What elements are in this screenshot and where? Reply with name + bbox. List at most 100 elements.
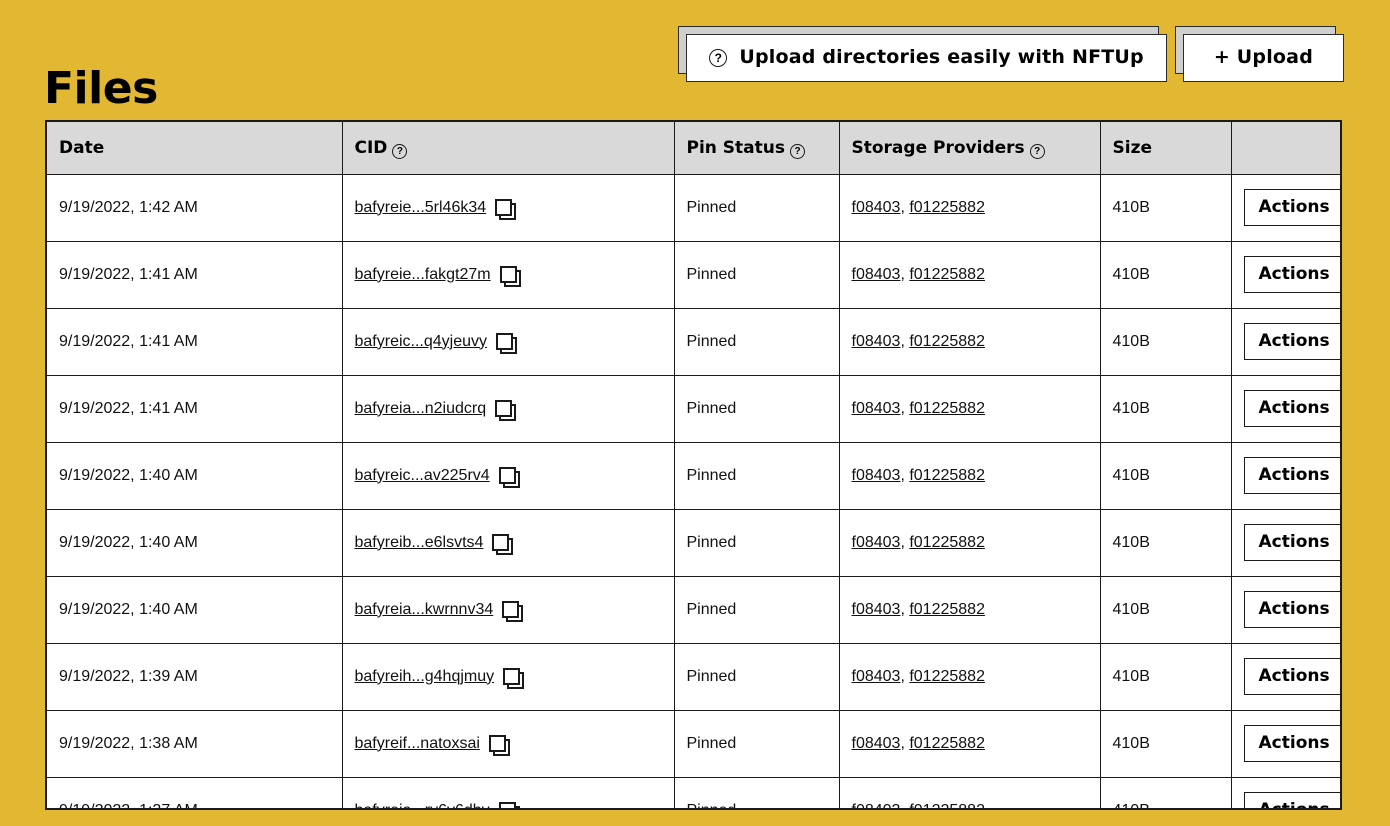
copy-icon[interactable] xyxy=(502,601,524,622)
table-row: 9/19/2022, 1:39 AM bafyreih...g4hqjmuy Pin… xyxy=(47,643,1340,711)
cid-cell-content: bafyreia...ry6y6dby xyxy=(355,802,662,809)
cid-link[interactable]: bafyreie...fakgt27m xyxy=(355,266,491,284)
cell-date: 9/19/2022, 1:41 AM xyxy=(47,241,343,309)
upload-button[interactable]: + Upload xyxy=(1174,26,1344,82)
help-circle-icon[interactable]: ? xyxy=(790,144,805,159)
storage-provider-link[interactable]: f08403 xyxy=(852,802,901,809)
copy-icon[interactable] xyxy=(503,668,525,689)
storage-provider-link[interactable]: f01225882 xyxy=(909,601,985,618)
column-header-cid-label: CID xyxy=(354,137,388,158)
upload-button-face[interactable]: + Upload xyxy=(1182,34,1344,82)
storage-provider-link[interactable]: f08403 xyxy=(852,266,901,283)
storage-provider-link[interactable]: f08403 xyxy=(852,400,901,417)
cell-size: 410B xyxy=(1100,241,1232,309)
column-header-size[interactable]: Size xyxy=(1100,122,1232,175)
cell-date: 9/19/2022, 1:40 AM xyxy=(47,576,343,644)
table-row: 9/19/2022, 1:40 AM bafyreic...av225rv4 Pin… xyxy=(47,442,1340,510)
column-header-storage-providers-label: Storage Providers xyxy=(851,137,1025,158)
page-title: Files xyxy=(44,63,158,115)
storage-provider-link[interactable]: f08403 xyxy=(852,199,901,216)
copy-icon[interactable] xyxy=(498,802,520,808)
column-header-size-label: Size xyxy=(1112,137,1153,158)
cell-pin-status: Pinned xyxy=(674,174,840,242)
storage-provider-link[interactable]: f01225882 xyxy=(909,802,985,809)
table-row: 9/19/2022, 1:41 AM bafyreie...fakgt27m Pin… xyxy=(47,241,1340,309)
copy-icon[interactable] xyxy=(492,534,514,555)
cell-date: 9/19/2022, 1:38 AM xyxy=(47,710,343,778)
copy-icon[interactable] xyxy=(498,467,520,488)
cid-link[interactable]: bafyreic...q4yjeuvy xyxy=(355,333,488,351)
storage-provider-link[interactable]: f08403 xyxy=(852,467,901,484)
copy-icon[interactable] xyxy=(496,333,518,354)
copy-icon[interactable] xyxy=(495,400,517,421)
actions-button[interactable]: Actions xyxy=(1243,725,1340,762)
cid-link[interactable]: bafyreia...n2iudcrq xyxy=(355,400,487,418)
cid-cell-content: bafyreie...5rl46k34 xyxy=(355,199,662,220)
column-header-pin-status[interactable]: Pin Status? xyxy=(674,122,840,175)
files-table-header: Date CID? Pin Status? Storage Providers?… xyxy=(47,122,1340,175)
actions-button[interactable]: Actions xyxy=(1243,658,1340,695)
actions-button[interactable]: Actions xyxy=(1243,524,1340,561)
cid-link[interactable]: bafyreia...ry6y6dby xyxy=(355,802,490,809)
actions-button[interactable]: Actions xyxy=(1243,457,1340,494)
actions-button[interactable]: Actions xyxy=(1243,792,1340,808)
header-actions: ? Upload directories easily with NFTUp +… xyxy=(678,26,1344,82)
storage-provider-link[interactable]: f01225882 xyxy=(909,266,985,283)
storage-provider-link[interactable]: f01225882 xyxy=(909,400,985,417)
column-header-cid[interactable]: CID? xyxy=(342,122,675,175)
column-header-storage-providers[interactable]: Storage Providers? xyxy=(839,122,1101,175)
copy-icon[interactable] xyxy=(495,199,517,220)
cell-actions: Actions xyxy=(1231,710,1340,778)
storage-provider-link[interactable]: f01225882 xyxy=(909,467,985,484)
cid-link[interactable]: bafyreih...g4hqjmuy xyxy=(355,668,495,686)
storage-provider-link[interactable]: f08403 xyxy=(852,601,901,618)
help-circle-icon[interactable]: ? xyxy=(392,144,408,159)
storage-provider-link[interactable]: f01225882 xyxy=(909,668,985,685)
cell-storage-providers: f08403, f01225882 xyxy=(839,375,1101,443)
storage-provider-link[interactable]: f01225882 xyxy=(909,333,985,350)
cell-size: 410B xyxy=(1100,375,1232,443)
nftup-promo-button[interactable]: ? Upload directories easily with NFTUp xyxy=(678,26,1167,82)
cell-date: 9/19/2022, 1:39 AM xyxy=(47,643,343,711)
cell-storage-providers: f08403, f01225882 xyxy=(839,576,1101,644)
storage-provider-link[interactable]: f01225882 xyxy=(909,735,985,752)
actions-button[interactable]: Actions xyxy=(1243,323,1340,360)
copy-icon[interactable] xyxy=(488,735,510,756)
table-row: 9/19/2022, 1:37 AM bafyreia...ry6y6dby Pin… xyxy=(47,777,1340,809)
cid-link[interactable]: bafyreie...5rl46k34 xyxy=(355,199,487,217)
actions-button[interactable]: Actions xyxy=(1243,189,1340,226)
column-header-date[interactable]: Date xyxy=(47,122,343,175)
cell-date: 9/19/2022, 1:41 AM xyxy=(47,375,343,443)
cell-size: 410B xyxy=(1100,576,1232,644)
cell-actions: Actions xyxy=(1231,308,1340,376)
actions-button[interactable]: Actions xyxy=(1243,591,1340,628)
files-table-container: Date CID? Pin Status? Storage Providers?… xyxy=(45,120,1342,810)
cell-date: 9/19/2022, 1:41 AM xyxy=(47,308,343,376)
cell-size: 410B xyxy=(1100,643,1232,711)
cid-link[interactable]: bafyreif...natoxsai xyxy=(355,735,480,753)
nftup-promo-button-label: Upload directories easily with NFTUp xyxy=(739,46,1144,68)
cid-cell-content: bafyreia...n2iudcrq xyxy=(355,400,662,421)
cid-cell-content: bafyreia...kwrnnv34 xyxy=(355,601,662,622)
help-circle-icon[interactable]: ? xyxy=(1029,144,1045,159)
cell-cid: bafyreic...av225rv4 xyxy=(342,442,675,510)
storage-provider-link[interactable]: f01225882 xyxy=(909,534,985,551)
nftup-promo-button-face[interactable]: ? Upload directories easily with NFTUp xyxy=(686,34,1167,82)
cell-actions: Actions xyxy=(1231,777,1340,808)
storage-provider-link[interactable]: f08403 xyxy=(852,333,901,350)
actions-button[interactable]: Actions xyxy=(1243,390,1340,427)
cid-link[interactable]: bafyreib...e6lsvts4 xyxy=(355,534,484,552)
storage-provider-link[interactable]: f01225882 xyxy=(909,199,985,216)
cell-cid: bafyreia...kwrnnv34 xyxy=(342,576,675,644)
cid-link[interactable]: bafyreia...kwrnnv34 xyxy=(355,601,494,619)
storage-provider-link[interactable]: f08403 xyxy=(852,534,901,551)
files-table: Date CID? Pin Status? Storage Providers?… xyxy=(47,122,1340,809)
storage-provider-link[interactable]: f08403 xyxy=(852,668,901,685)
cell-cid: bafyreic...q4yjeuvy xyxy=(342,308,675,376)
copy-icon[interactable] xyxy=(499,266,521,287)
table-row: 9/19/2022, 1:40 AM bafyreia...kwrnnv34 Pin… xyxy=(47,576,1340,644)
storage-provider-link[interactable]: f08403 xyxy=(852,735,901,752)
cell-size: 410B xyxy=(1100,777,1232,808)
actions-button[interactable]: Actions xyxy=(1243,256,1340,293)
cid-link[interactable]: bafyreic...av225rv4 xyxy=(355,467,490,485)
